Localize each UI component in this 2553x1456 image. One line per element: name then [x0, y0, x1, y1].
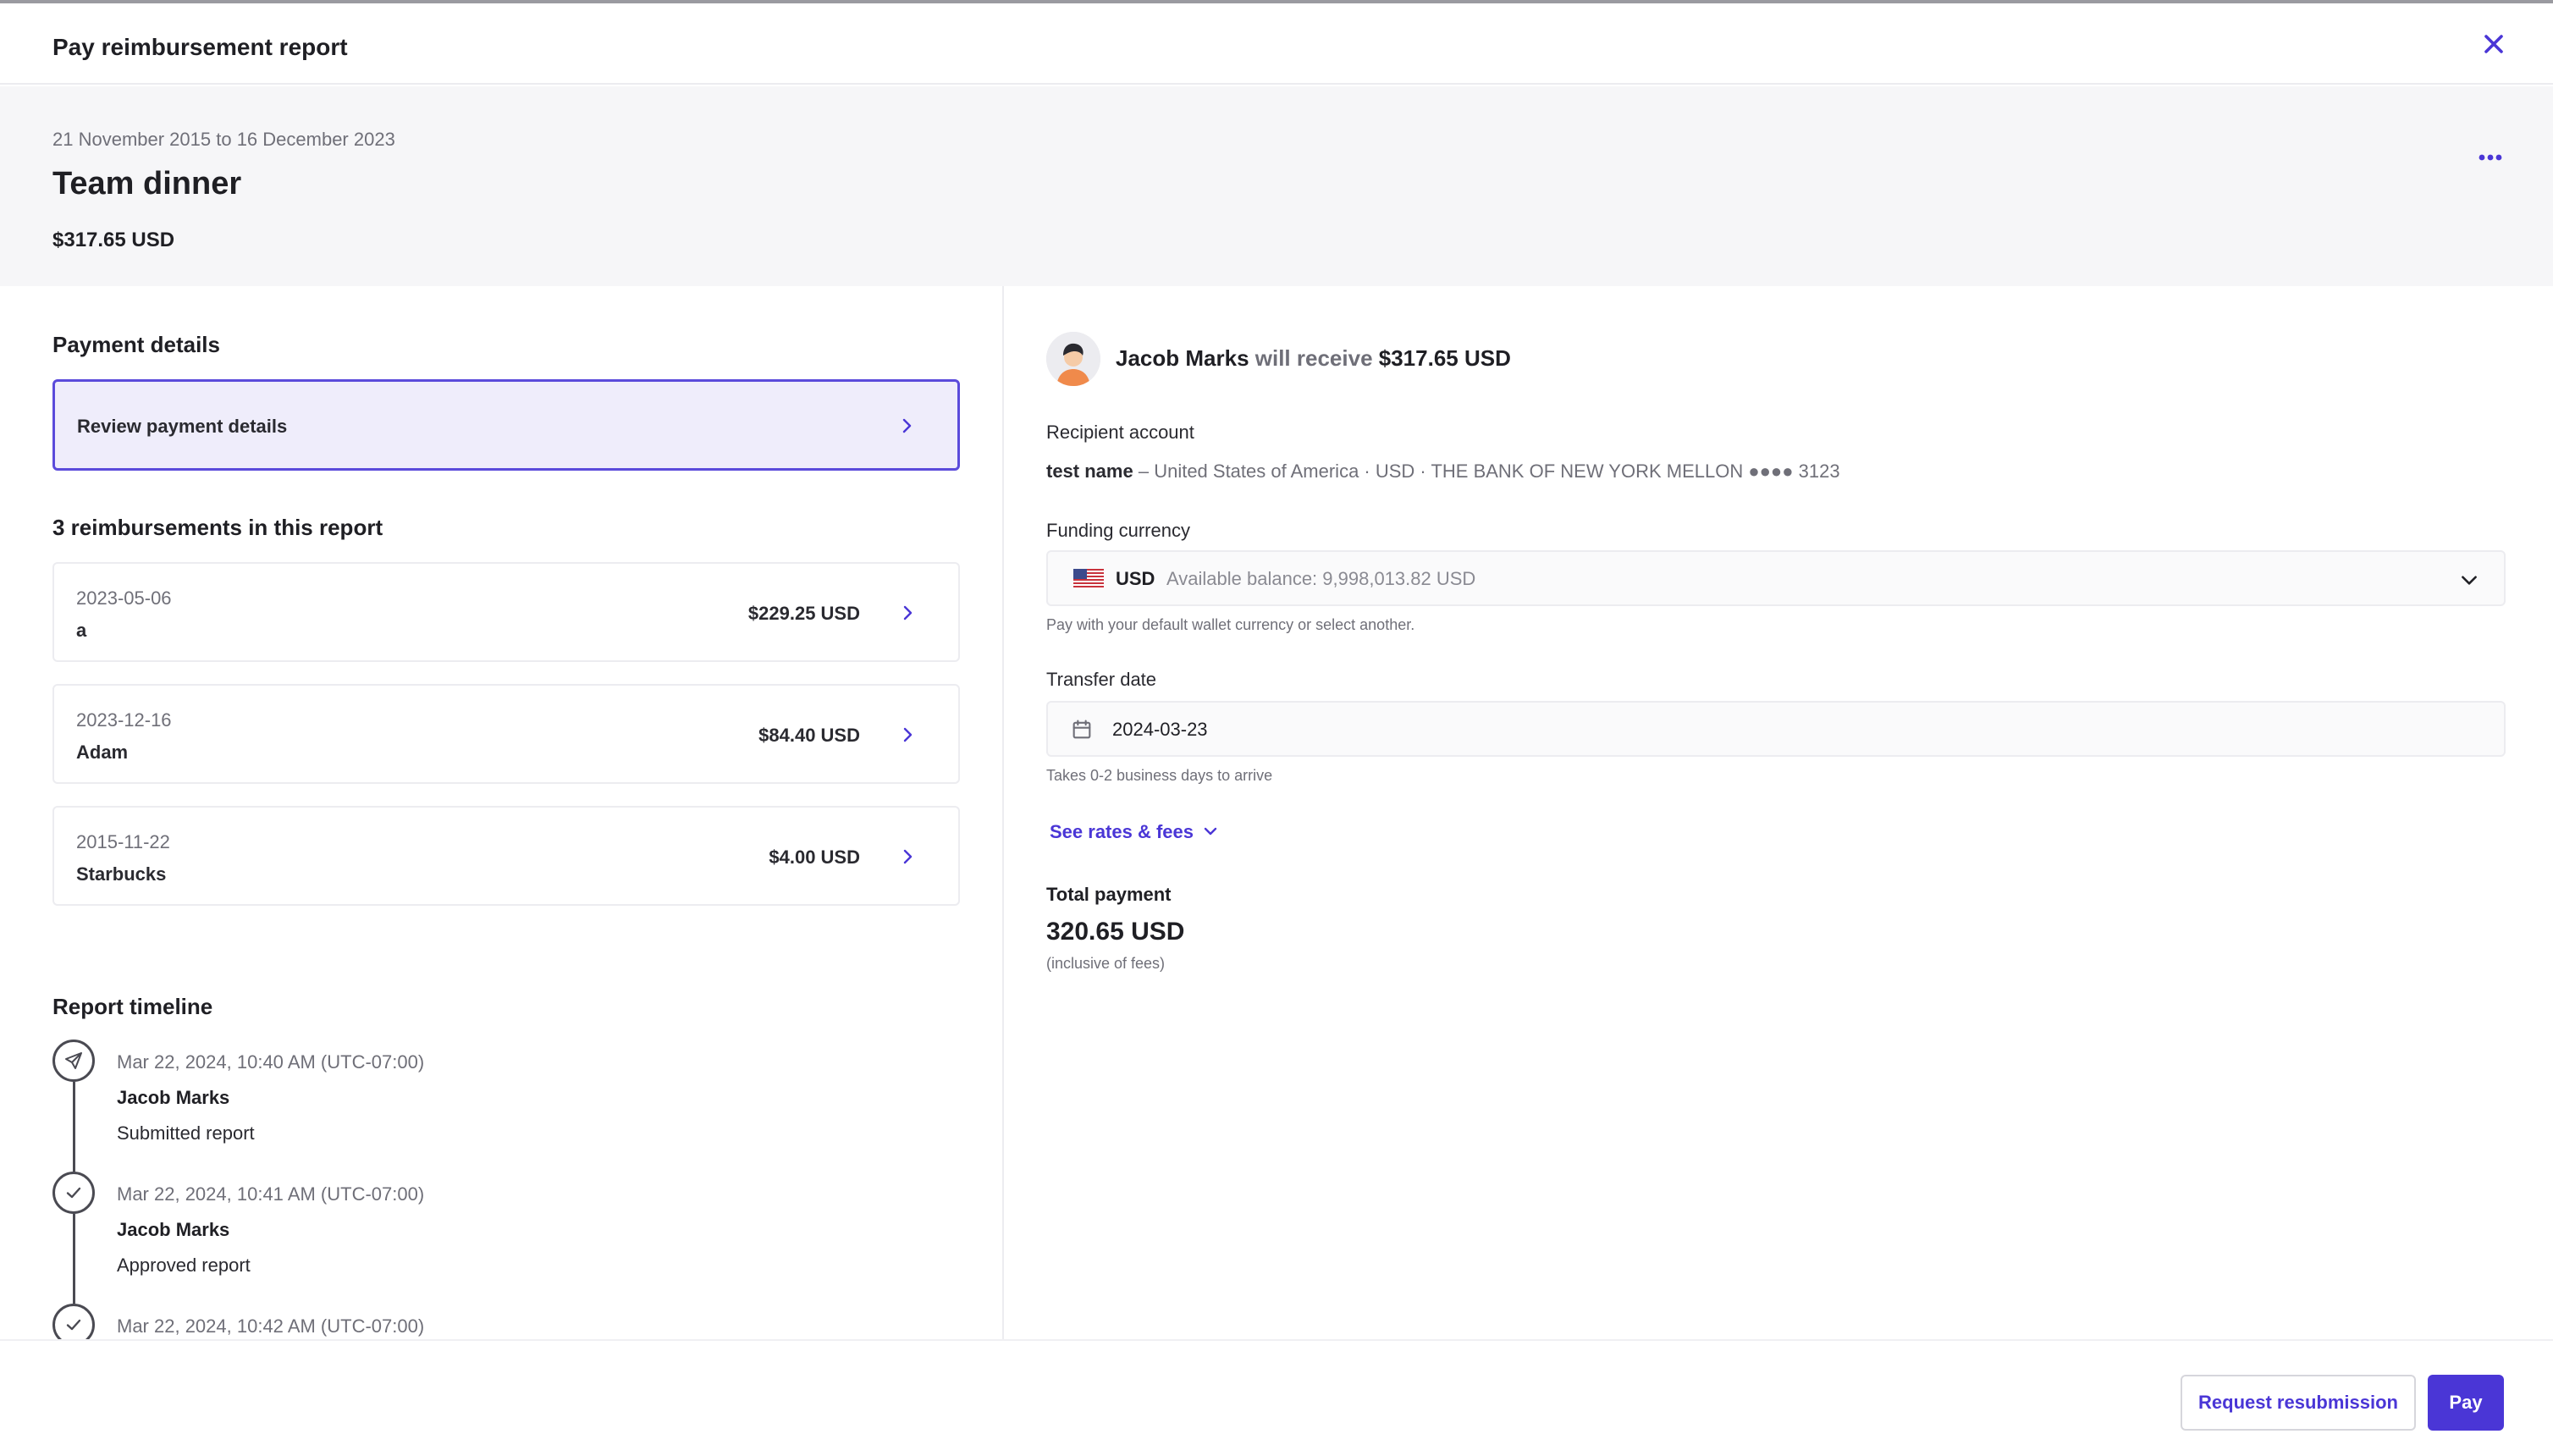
- see-rates-fees-link[interactable]: See rates & fees: [1050, 821, 1194, 843]
- chevron-right-icon: [903, 849, 913, 864]
- total-payment-note: (inclusive of fees): [1046, 955, 1166, 972]
- timeline-event-user: Jacob Marks: [117, 1219, 230, 1240]
- review-payment-details-button[interactable]: Review payment details: [52, 379, 960, 471]
- timeline-event-icon: [52, 1172, 95, 1214]
- modal-title: Pay reimbursement report: [52, 34, 348, 60]
- reimbursement-item[interactable]: 2015-11-22 Starbucks $4.00 USD: [52, 806, 960, 906]
- total-payment-value: 320.65 USD: [1046, 918, 1185, 946]
- recipient-amount: $317.65 USD: [1378, 345, 1511, 371]
- pay-reimbursement-modal: Pay reimbursement report 21 November 201…: [0, 0, 2553, 1456]
- report-summary: 21 November 2015 to 16 December 2023 Tea…: [0, 86, 2553, 286]
- reimbursement-amount: $4.00 USD: [769, 847, 860, 868]
- report-timeline-title: Report timeline: [52, 994, 213, 1019]
- calendar-icon: [1072, 720, 1091, 739]
- recipient-name: Jacob Marks: [1116, 345, 1249, 371]
- payment-details-title: Payment details: [52, 332, 220, 357]
- recipient-verb: will receive: [1254, 345, 1373, 371]
- timeline-event-time: Mar 22, 2024, 10:40 AM (UTC-07:00): [117, 1051, 425, 1073]
- reimbursement-item[interactable]: 2023-12-16 Adam $84.40 USD: [52, 684, 960, 784]
- total-payment-label: Total payment: [1046, 884, 1172, 905]
- chevron-right-icon: [902, 418, 912, 433]
- send-icon: [65, 1052, 82, 1069]
- reimbursement-date: 2023-05-06: [76, 587, 172, 609]
- close-icon[interactable]: [2479, 29, 2509, 59]
- chevron-right-icon: [903, 727, 913, 742]
- chevron-right-icon: [903, 605, 913, 620]
- right-panel: Jacob Marks will receive $317.65 USD Rec…: [1006, 286, 2553, 1339]
- pay-button[interactable]: Pay: [2428, 1375, 2504, 1431]
- reimbursement-date: 2015-11-22: [76, 831, 170, 852]
- recipient-account-label: Recipient account: [1046, 422, 1194, 443]
- funding-currency-hint: Pay with your default wallet currency or…: [1046, 616, 1415, 633]
- recipient-account: test name – United States of America · U…: [1046, 461, 1840, 483]
- funding-currency-code: USD: [1116, 568, 1155, 589]
- us-flag-icon: [1073, 569, 1104, 589]
- report-title: Team dinner: [52, 166, 242, 201]
- funding-currency-select[interactable]: USD Available balance: 9,998,013.82 USD: [1046, 550, 2506, 606]
- check-icon: [66, 1319, 81, 1331]
- timeline-event-time: Mar 22, 2024, 10:42 AM (UTC-07:00): [117, 1315, 425, 1337]
- check-icon: [66, 1187, 81, 1199]
- reimbursement-amount: $84.40 USD: [758, 725, 860, 746]
- recipient-account-name: test name: [1046, 461, 1133, 482]
- transfer-date-input[interactable]: 2024-03-23: [1046, 701, 2506, 757]
- recipient-summary: Jacob Marks will receive $317.65 USD: [1116, 345, 1511, 372]
- review-payment-details-label: Review payment details: [77, 416, 288, 437]
- timeline-event-user: Jacob Marks: [117, 1087, 230, 1108]
- person-avatar-icon: [1046, 332, 1100, 386]
- reimbursement-item[interactable]: 2023-05-06 a $229.25 USD: [52, 562, 960, 662]
- transfer-date-value: 2024-03-23: [1112, 719, 1208, 740]
- timeline-event-time: Mar 22, 2024, 10:41 AM (UTC-07:00): [117, 1183, 425, 1205]
- reimbursement-name: Starbucks: [76, 863, 167, 885]
- timeline-event-action: Approved report: [117, 1255, 251, 1276]
- timeline-connector: [73, 1214, 75, 1304]
- request-resubmission-button[interactable]: Request resubmission: [2181, 1375, 2416, 1431]
- transfer-date-label: Transfer date: [1046, 669, 1157, 690]
- reimbursement-name: a: [76, 620, 87, 641]
- left-panel: Payment details Review payment details 3…: [0, 286, 1004, 1339]
- chevron-down-icon[interactable]: [1200, 821, 1221, 841]
- reimbursement-name: Adam: [76, 742, 129, 763]
- reimbursement-date: 2023-12-16: [76, 709, 172, 731]
- reimbursement-amount: $229.25 USD: [747, 603, 860, 624]
- modal-header: Pay reimbursement report: [0, 3, 2553, 85]
- funding-currency-label: Funding currency: [1046, 520, 1190, 541]
- report-date-range: 21 November 2015 to 16 December 2023: [52, 129, 395, 150]
- modal-footer: Request resubmission Pay: [0, 1339, 2553, 1456]
- transfer-date-hint: Takes 0-2 business days to arrive: [1046, 767, 1273, 784]
- chevron-down-icon: [2462, 576, 2477, 585]
- report-amount: $317.65 USD: [52, 229, 175, 251]
- available-balance: Available balance: 9,998,013.82 USD: [1166, 568, 1476, 589]
- timeline-event-icon: [52, 1304, 95, 1339]
- reimbursements-title: 3 reimbursements in this report: [52, 515, 383, 540]
- avatar: [1046, 332, 1100, 386]
- timeline-connector: [73, 1082, 75, 1172]
- more-options-icon[interactable]: [2468, 142, 2512, 173]
- recipient-account-details: – United States of America · USD · THE B…: [1138, 461, 1840, 482]
- timeline-event-action: Submitted report: [117, 1122, 255, 1144]
- timeline-event-icon: [52, 1040, 95, 1082]
